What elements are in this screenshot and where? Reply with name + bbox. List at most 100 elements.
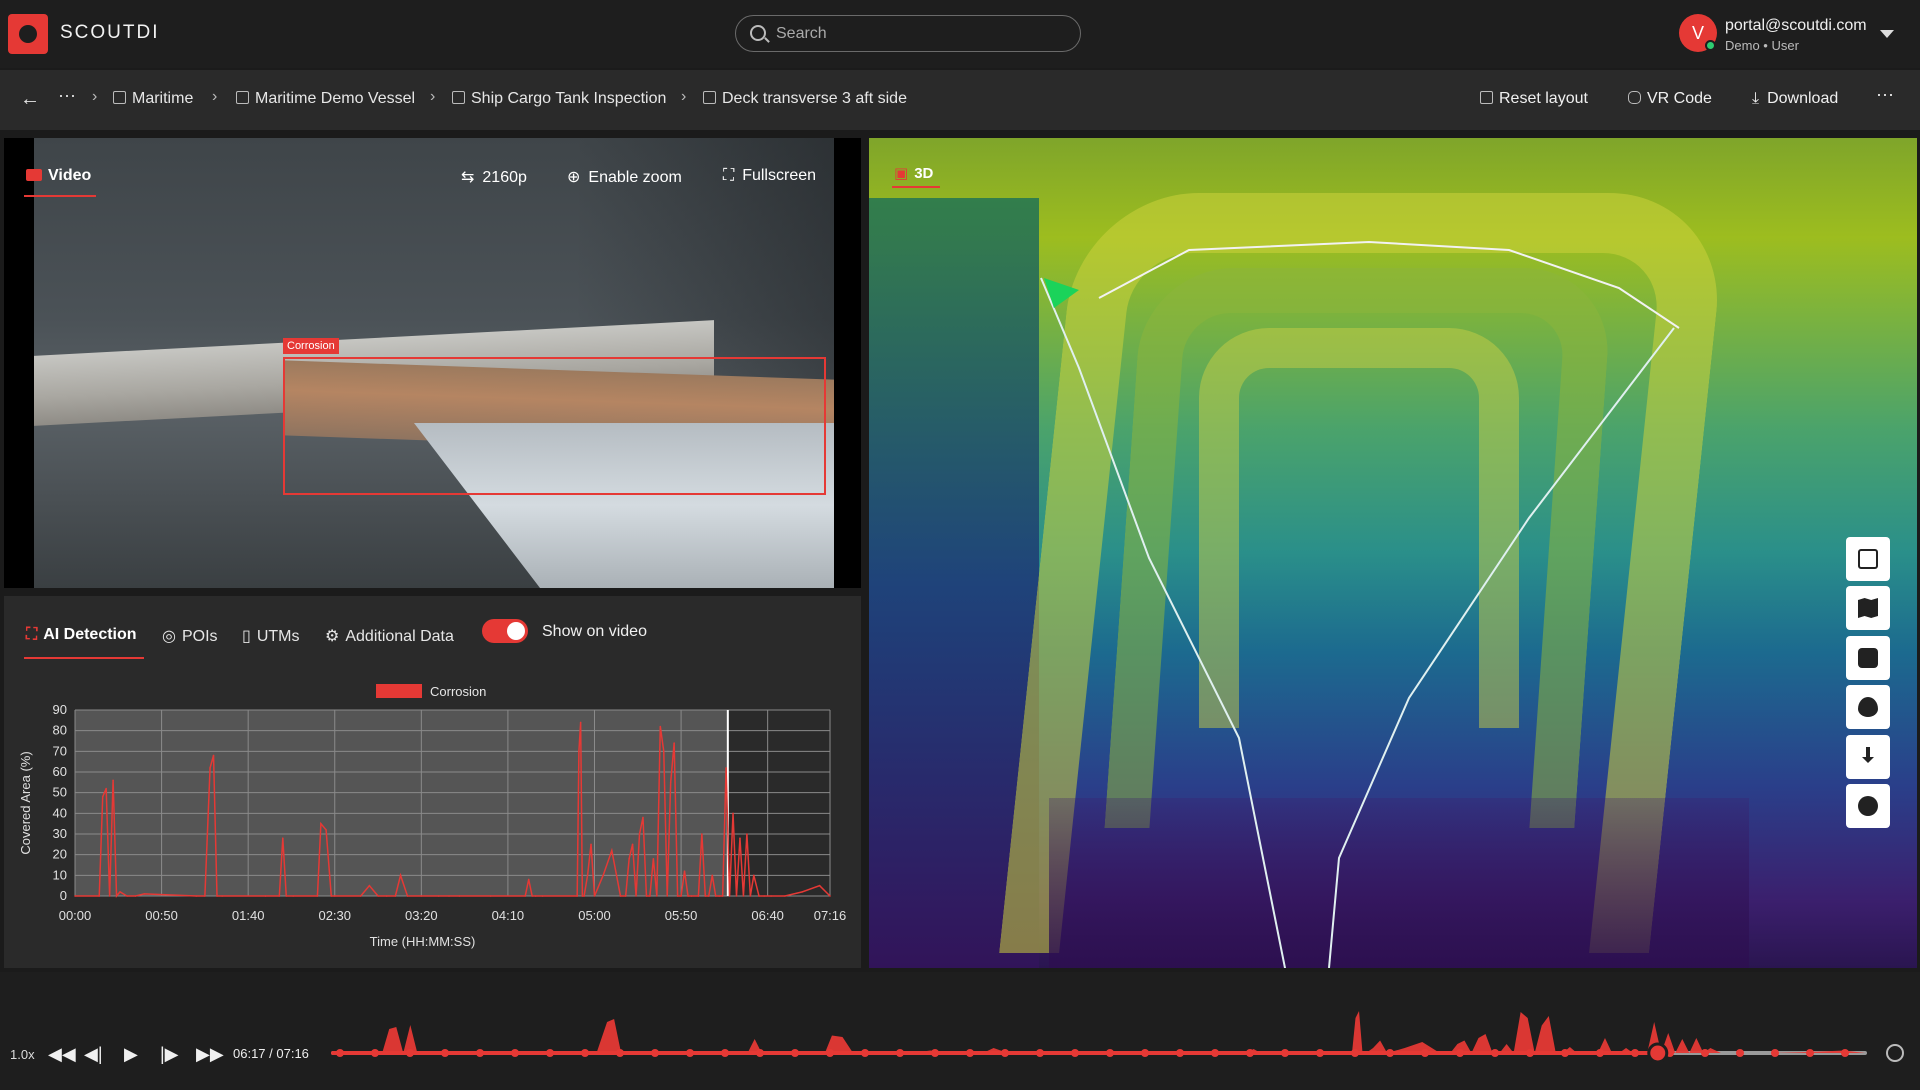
step-forward-icon[interactable]: |▶ — [160, 1044, 179, 1065]
breadcrumb-vessel[interactable]: Maritime Demo Vessel — [236, 90, 415, 108]
tab-pois[interactable]: ◎ POIs — [162, 626, 218, 646]
gear-icon[interactable] — [1886, 1044, 1904, 1062]
chart-data-point — [126, 895, 128, 897]
reset-layout-button[interactable]: Reset layout — [1480, 90, 1588, 108]
chart-x-tick-label: 04:10 — [492, 908, 525, 923]
playback-speed[interactable]: 1.0x — [10, 1047, 35, 1062]
tab-3d[interactable]: ▣ 3D — [894, 164, 933, 182]
chart-data-point — [642, 816, 644, 819]
chart-data-point — [714, 895, 717, 897]
more-options-icon[interactable]: ··· — [1876, 84, 1894, 105]
timeline-detection-dot — [1736, 1049, 1744, 1057]
timeline-detection-dot — [931, 1049, 939, 1057]
download-button[interactable]: ⤓ Download — [1752, 90, 1838, 108]
export-button[interactable] — [1846, 735, 1890, 779]
route-line-left — [1040, 277, 1287, 968]
document-icon — [452, 91, 465, 104]
play-icon[interactable]: ▶ — [124, 1044, 138, 1065]
chart-data-point — [333, 895, 336, 897]
chart-data-point — [458, 895, 461, 897]
chart-data-point — [531, 895, 533, 897]
chart-played-region — [75, 710, 728, 896]
chart-data-point — [134, 895, 137, 897]
timeline-detection-dot — [406, 1049, 414, 1057]
help-button[interactable] — [1846, 537, 1890, 581]
search-box[interactable] — [735, 15, 1081, 52]
more-horizontal-icon[interactable]: ··· — [58, 85, 76, 106]
back-arrow-icon[interactable]: ← — [20, 88, 40, 111]
chart-y-tick-label: 30 — [53, 826, 67, 841]
pointcloud-3d-view[interactable] — [869, 138, 1917, 968]
timeline-detection-dot — [1771, 1049, 1779, 1057]
show-on-video-label: Show on video — [542, 623, 647, 640]
breadcrumb: ← ··· › Maritime › Maritime Demo Vessel … — [0, 70, 1920, 130]
chart-x-tick-label: 07:16 — [814, 908, 847, 923]
chart-data-point — [619, 895, 622, 897]
timeline-detection-dot — [1526, 1049, 1534, 1057]
locate-button[interactable] — [1846, 784, 1890, 828]
timeline-detection-dot — [1491, 1049, 1499, 1057]
enable-zoom-button[interactable]: ⊕ Enable zoom — [567, 167, 682, 187]
ai-scan-icon: ⛶ — [26, 626, 38, 643]
route-line-top — [1098, 240, 1680, 329]
tab-video[interactable]: Video — [26, 167, 91, 185]
tab-utms[interactable]: ▯ UTMs — [242, 626, 299, 646]
tab-additional-data[interactable]: ⚙ Additional Data — [325, 626, 454, 646]
timeline-detection-dot — [1001, 1049, 1009, 1057]
chart-data-point — [448, 895, 450, 897]
timeline-detection-dot — [511, 1049, 519, 1057]
corrosion-chart[interactable]: 0 10 20 30 40 50 60 70 80 90 00:00 00:50 01:40 02:30 0… — [4, 670, 861, 968]
chart-data-point — [746, 833, 748, 835]
map-button[interactable] — [1846, 586, 1890, 630]
chart-data-point — [725, 767, 727, 769]
breadcrumb-inspection[interactable]: Ship Cargo Tank Inspection — [452, 90, 666, 108]
breadcrumb-maritime[interactable]: Maritime — [113, 90, 193, 108]
search-input[interactable] — [776, 22, 1066, 46]
user-email[interactable]: portal@scoutdi.com — [1725, 17, 1867, 35]
tab-ai-detection-underline — [24, 657, 144, 659]
visibility-button[interactable] — [1846, 685, 1890, 729]
top-bar: SCOUTDI V portal@scoutdi.com Demo • User — [0, 0, 1920, 68]
timeline-detection-dot — [1071, 1049, 1079, 1057]
archive-icon — [113, 91, 126, 104]
chart-data-point — [673, 742, 675, 744]
chart-data-point — [704, 895, 707, 897]
chart-data-point — [784, 895, 786, 897]
timeline-detection-dot — [826, 1049, 834, 1057]
timeline-detection-dot — [581, 1049, 589, 1057]
rewind-icon[interactable]: ◀◀ — [48, 1044, 76, 1065]
tab-3d-underline — [892, 186, 940, 188]
playback-timeline[interactable] — [330, 1005, 1870, 1075]
fast-forward-icon[interactable]: ▶▶ — [196, 1044, 224, 1065]
chart-y-tick-label: 80 — [53, 723, 67, 738]
chevron-right-icon: › — [681, 88, 687, 105]
camera-settings-button[interactable] — [1846, 636, 1890, 680]
chart-data-point — [437, 895, 440, 897]
quality-button[interactable]: ⇆ 2160p — [461, 167, 527, 187]
chart-data-point — [115, 895, 118, 897]
route-line-right — [1328, 327, 1675, 968]
chart-data-point — [583, 895, 585, 897]
vr-code-button[interactable]: VR Code — [1628, 90, 1712, 108]
chart-data-point — [578, 750, 580, 753]
tab-ai-detection[interactable]: ⛶ AI Detection — [26, 626, 137, 644]
breadcrumb-current[interactable]: Deck transverse 3 aft side — [703, 90, 907, 108]
chart-data-point — [701, 833, 703, 835]
chart-x-tick-label: 00:50 — [145, 908, 178, 923]
fullscreen-button[interactable]: ⛶ Fullscreen — [723, 167, 816, 185]
timeline-detection-dot — [1806, 1049, 1814, 1057]
show-on-video-toggle[interactable] — [482, 619, 528, 643]
online-status-icon — [1705, 40, 1716, 51]
corrosion-detection-label: Corrosion — [283, 338, 339, 354]
chart-data-point — [628, 858, 630, 860]
user-menu-chevron-down-icon[interactable] — [1880, 30, 1894, 38]
chart-x-tick-label: 01:40 — [232, 908, 265, 923]
download-icon — [1862, 747, 1874, 763]
timeline-detection-dot — [1386, 1049, 1394, 1057]
step-back-icon[interactable]: ◀| — [84, 1044, 103, 1065]
camera-settings-icon — [1858, 648, 1878, 668]
chart-data-point — [645, 895, 648, 897]
layout-icon — [1480, 91, 1493, 104]
chart-data-point — [687, 895, 689, 897]
chart-data-point — [829, 895, 831, 897]
